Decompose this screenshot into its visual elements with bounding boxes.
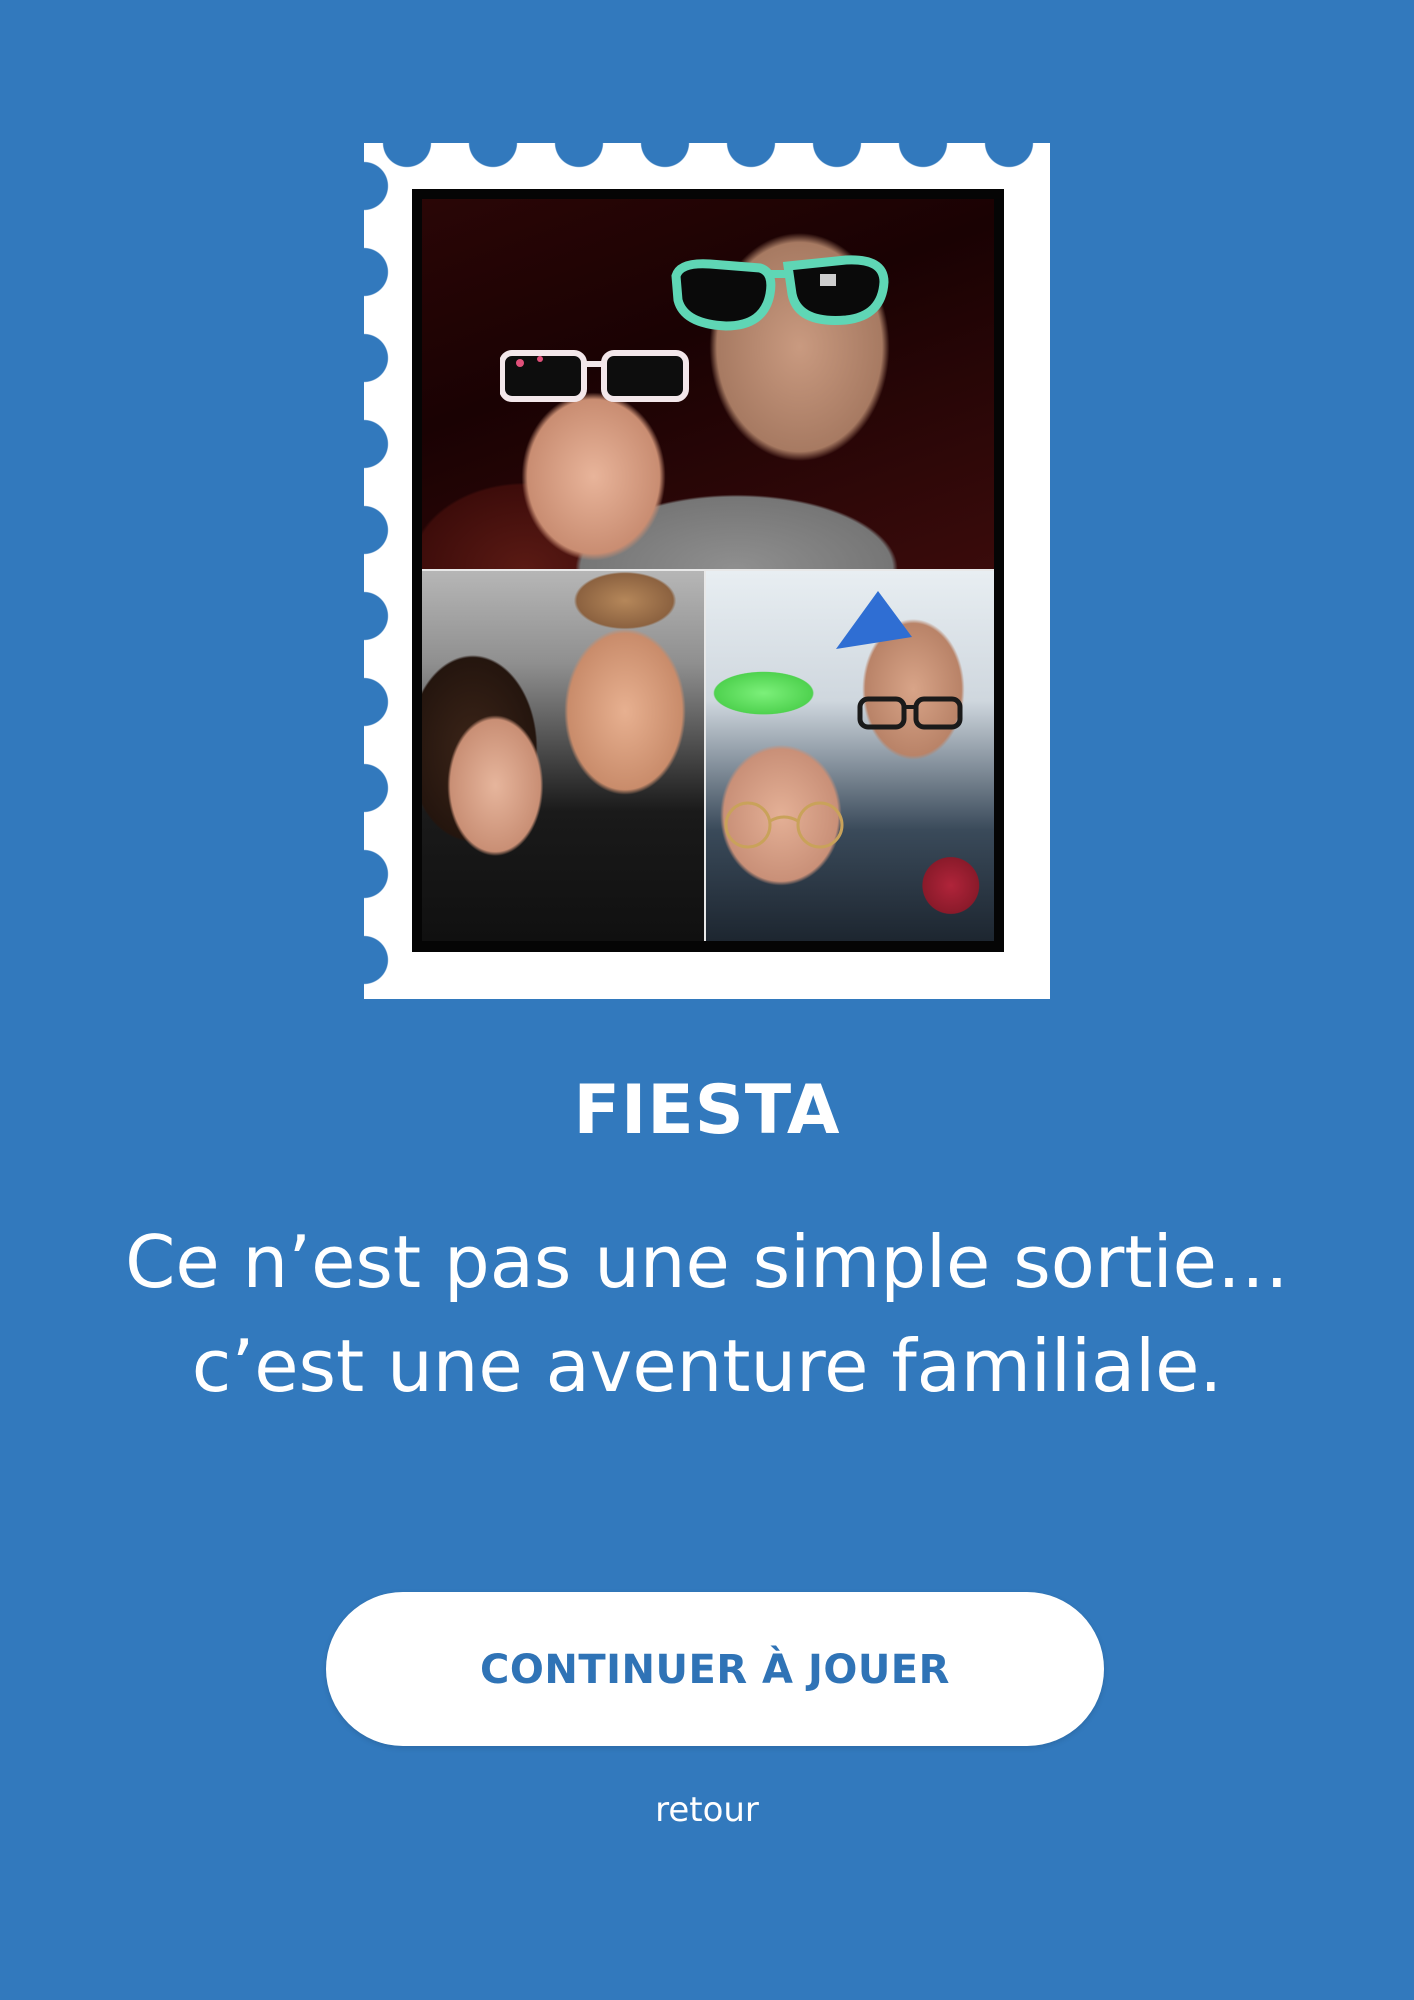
page-title: FIESTA xyxy=(573,1071,841,1150)
round-glasses-icon xyxy=(724,801,844,849)
reward-screen: FIESTA Ce n’est pas une simple sortie… c… xyxy=(0,0,1414,2000)
tagline-line-1: Ce n’est pas une simple sortie… xyxy=(125,1220,1289,1304)
pink-sunglasses-icon xyxy=(500,350,689,402)
continue-playing-button[interactable]: CONTINUER À JOUER xyxy=(326,1592,1104,1746)
photo-couple-sunglasses xyxy=(422,199,994,569)
tagline: Ce n’est pas une simple sortie… c’est un… xyxy=(60,1210,1354,1418)
mint-sunglasses-icon xyxy=(671,255,889,331)
photo-couple-selfie xyxy=(422,571,704,941)
back-link[interactable]: retour xyxy=(0,1786,1414,1834)
eyeglasses-icon xyxy=(857,696,963,730)
tagline-line-2: c’est une aventure familiale. xyxy=(191,1324,1223,1408)
photo-party-selfie xyxy=(706,571,994,941)
party-hat-icon xyxy=(836,591,912,649)
photo-collage xyxy=(412,189,1004,952)
